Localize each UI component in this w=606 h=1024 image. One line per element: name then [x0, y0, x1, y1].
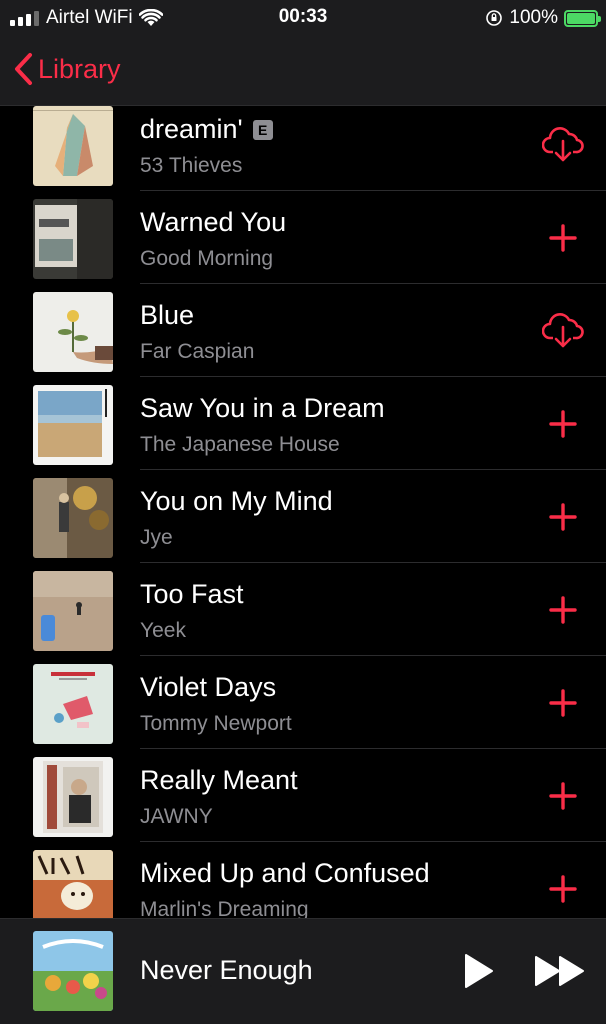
- row-separator: [140, 283, 606, 284]
- album-art: [33, 478, 113, 558]
- add-icon: [549, 875, 577, 903]
- row-separator: [140, 190, 606, 191]
- download-cloud-icon: [542, 127, 584, 162]
- song-artist: 53 Thieves: [140, 154, 243, 177]
- album-art: [33, 757, 113, 837]
- back-button[interactable]: Library: [12, 52, 121, 86]
- album-art: [33, 199, 113, 279]
- explicit-badge: E: [252, 119, 273, 140]
- mini-player[interactable]: Never Enough: [0, 918, 606, 1024]
- download-cloud-icon: [542, 313, 584, 348]
- back-label: Library: [38, 53, 121, 84]
- song-title: Saw You in a Dream: [140, 393, 385, 423]
- add-button[interactable]: [542, 217, 584, 259]
- song-row[interactable]: Warned You Good Morning: [0, 199, 606, 292]
- album-art: [33, 664, 113, 744]
- battery-percent: 100%: [509, 7, 558, 28]
- album-art: [33, 385, 113, 465]
- add-icon: [549, 689, 577, 717]
- song-row[interactable]: Mixed Up and Confused Marlin's Dreaming: [0, 850, 606, 918]
- song-title: You on My Mind: [140, 486, 333, 516]
- add-button[interactable]: [542, 403, 584, 445]
- battery-icon: [564, 9, 601, 27]
- song-row[interactable]: You on My Mind Jye: [0, 478, 606, 571]
- album-art: [33, 106, 113, 186]
- song-artist: Jye: [140, 526, 173, 549]
- add-button[interactable]: [542, 496, 584, 538]
- add-icon: [549, 410, 577, 438]
- song-artist: Yeek: [140, 619, 186, 642]
- row-separator: [140, 469, 606, 470]
- song-title: Too Fast: [140, 579, 244, 609]
- status-bar: Airtel WiFi 00:33 100%: [0, 0, 606, 36]
- song-row[interactable]: Really Meant JAWNY: [0, 757, 606, 850]
- row-separator: [140, 748, 606, 749]
- add-icon: [549, 224, 577, 252]
- song-title: Really Meant: [140, 765, 298, 795]
- song-title: Warned You: [140, 207, 287, 237]
- album-art: [33, 571, 113, 651]
- add-button[interactable]: [542, 868, 584, 910]
- song-artist: JAWNY: [140, 805, 213, 828]
- song-row[interactable]: Too Fast Yeek: [0, 571, 606, 664]
- fast-forward-icon: [535, 956, 584, 986]
- navigation-bar: Library: [0, 36, 606, 106]
- song-row[interactable]: dreamin' E 53 Thieves: [0, 106, 606, 199]
- song-row[interactable]: Saw You in a Dream The Japanese House: [0, 385, 606, 478]
- add-button[interactable]: [542, 589, 584, 631]
- now-playing-artwork[interactable]: [33, 931, 113, 1011]
- song-artist: Tommy Newport: [140, 712, 292, 735]
- album-art: [33, 292, 113, 372]
- chevron-left-icon: [15, 53, 32, 85]
- add-icon: [549, 782, 577, 810]
- row-separator: [140, 655, 606, 656]
- song-list[interactable]: dreamin' E 53 Thieves Warned You Good Mo…: [0, 106, 606, 918]
- song-artist: Far Caspian: [140, 340, 255, 363]
- fast-forward-button[interactable]: [532, 953, 588, 989]
- add-button[interactable]: [542, 775, 584, 817]
- play-button[interactable]: [458, 951, 498, 991]
- song-title: Blue: [140, 300, 195, 330]
- download-button[interactable]: [542, 310, 584, 352]
- song-artist: The Japanese House: [140, 433, 340, 456]
- download-button[interactable]: [542, 124, 584, 166]
- song-row[interactable]: Blue Far Caspian: [0, 292, 606, 385]
- add-icon: [549, 503, 577, 531]
- now-playing-title[interactable]: Never Enough: [140, 955, 313, 986]
- orientation-lock-icon: [486, 10, 503, 26]
- song-title: Mixed Up and Confused: [140, 858, 430, 888]
- row-separator: [140, 376, 606, 377]
- song-row[interactable]: Violet Days Tommy Newport: [0, 664, 606, 757]
- song-title: Violet Days: [140, 672, 277, 702]
- row-separator: [140, 562, 606, 563]
- play-icon: [465, 954, 493, 988]
- row-separator: [140, 841, 606, 842]
- song-artist: Good Morning: [140, 247, 274, 270]
- album-art: [33, 850, 113, 918]
- song-artist: Marlin's Dreaming: [140, 898, 309, 918]
- add-icon: [549, 596, 577, 624]
- add-button[interactable]: [542, 682, 584, 724]
- status-right: 100%: [485, 6, 601, 30]
- song-title: dreamin' E: [140, 114, 273, 145]
